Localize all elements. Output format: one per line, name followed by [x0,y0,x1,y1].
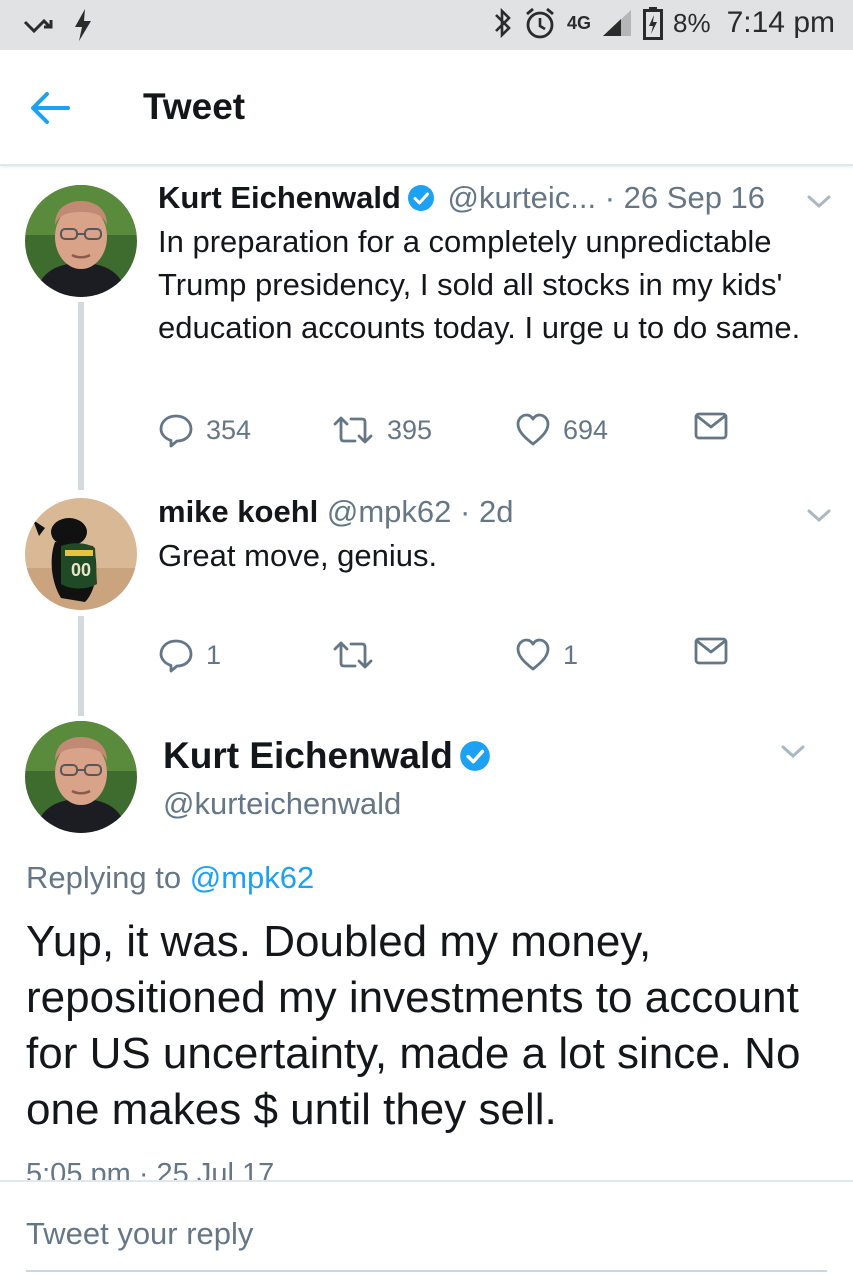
like-count: 1 [563,639,579,670]
alarm-icon [523,6,557,40]
network-type: 4G [567,13,592,33]
author-handle[interactable]: @kurteichenwald [163,786,401,822]
status-bar: 4G 8% 7:14 pm [0,0,853,50]
avatar[interactable] [25,185,137,297]
chevron-down-icon [807,509,831,523]
heart-icon [516,638,550,671]
battery-icon [643,6,664,40]
chevron-down-icon [807,195,831,209]
reply-input[interactable]: Tweet your reply [26,1216,253,1252]
envelope-icon [694,637,728,665]
author-name[interactable]: mike koehl [158,494,318,529]
signal-icon [601,8,633,38]
retweet-count: 395 [387,414,433,445]
envelope-icon [694,412,728,440]
like-count: 694 [563,414,609,445]
app-header: Tweet [0,50,853,166]
tweet-actions: 1 1 [158,637,738,677]
tweet-date[interactable]: · 2d [460,494,513,529]
heart-icon [516,413,550,446]
reply-button[interactable]: 354 [158,412,251,448]
retweet-icon [333,641,373,669]
replying-to-label: Replying to [26,860,182,895]
input-underline [26,1270,827,1272]
like-button[interactable]: 694 [515,412,608,448]
svg-text:00: 00 [71,560,91,580]
chevron-down-icon [781,745,805,759]
tweet-options-button[interactable] [806,508,832,524]
author-name[interactable]: Kurt Eichenwald [158,180,401,215]
thread-line [78,616,84,716]
direct-message-button[interactable] [694,412,728,440]
verified-badge-icon [459,739,491,781]
retweet-button[interactable] [331,637,387,673]
author-handle[interactable]: @kurteic... [448,180,597,215]
mention-link[interactable]: @mpk62 [190,860,315,895]
clock: 7:14 pm [726,6,835,39]
tweet-text: Great move, genius. [158,538,438,573]
tweet-actions: 354 395 694 [158,412,738,452]
tweet-text: In preparation for a completely unpredic… [158,224,801,345]
page-title: Tweet [143,86,246,127]
battery-percent: 8% [673,7,711,38]
author-handle[interactable]: @mpk62 [327,494,452,529]
like-button[interactable]: 1 [515,637,578,673]
reply-composer: Tweet your reply [0,1180,853,1280]
author-name-text: Kurt Eichenwald [163,735,453,776]
tweet-date[interactable]: · 26 Sep 16 [605,180,765,215]
missed-call-icon [22,10,58,40]
reply-icon [159,639,193,673]
tweet-text: Yup, it was. Doubled my money, repositio… [26,917,801,1134]
retweet-button[interactable]: 395 [331,412,432,448]
reply-count: 1 [206,639,222,670]
reply-count: 354 [206,414,252,445]
reply-icon [159,414,193,448]
verified-badge-icon [407,184,435,220]
back-button[interactable] [28,88,72,128]
flash-icon [72,8,94,42]
retweet-icon [333,416,373,444]
avatar[interactable] [25,721,137,833]
avatar[interactable]: 00 [25,498,137,610]
tweet-timestamp[interactable]: 5:05 pm · 25 Jul 17 [26,1158,274,1180]
thread-line [78,302,84,490]
reply-button[interactable]: 1 [158,637,221,673]
bluetooth-icon [493,6,513,40]
tweet-options-button[interactable] [806,194,832,210]
tweet-options-button[interactable] [780,744,806,760]
direct-message-button[interactable] [694,637,728,665]
arrow-left-icon [31,92,70,124]
author-name[interactable]: Kurt Eichenwald [163,735,495,781]
replying-to: Replying to @mpk62 [26,860,314,896]
